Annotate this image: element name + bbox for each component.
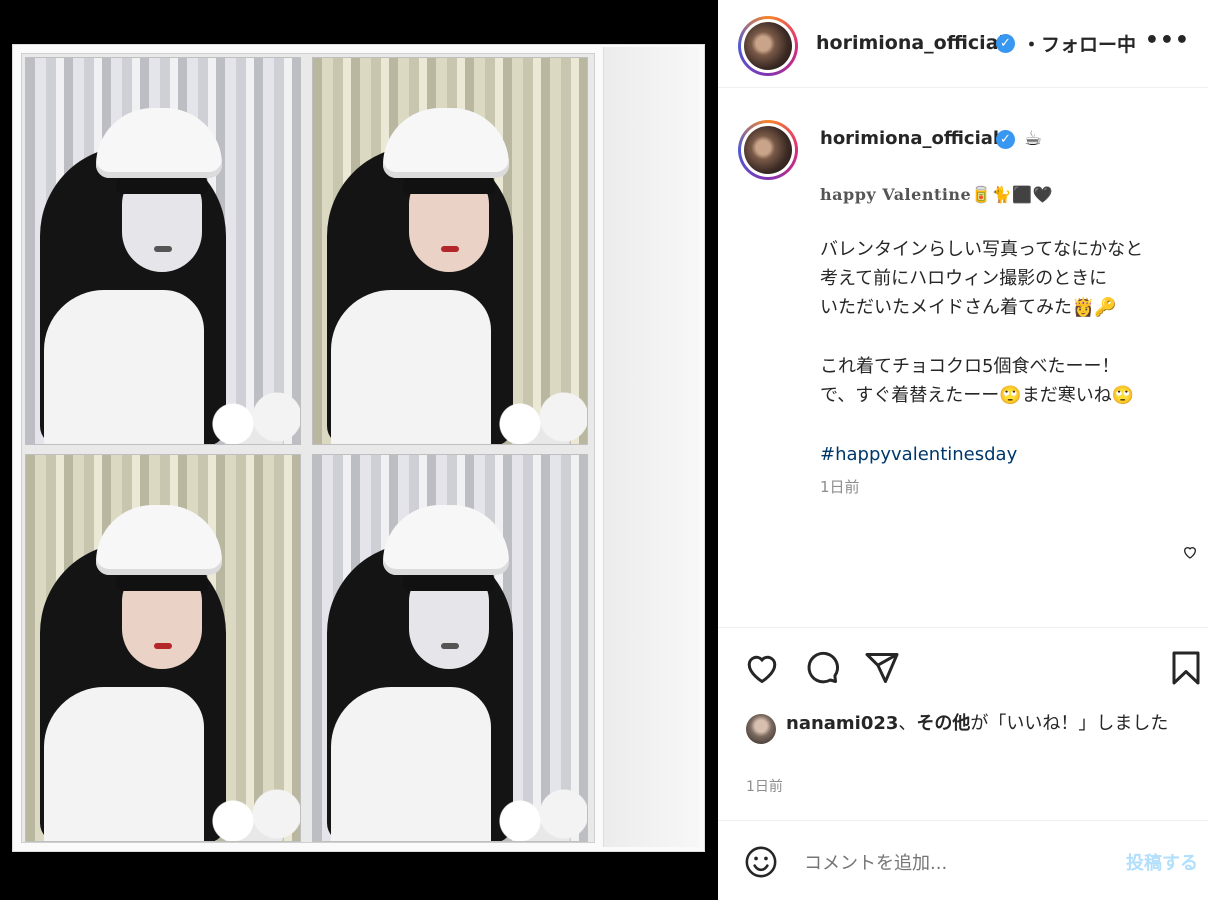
hashtag-link[interactable]: #happyvalentinesday [820, 440, 1204, 469]
bookmark-icon[interactable] [1168, 650, 1204, 686]
caption-like-icon[interactable] [1182, 544, 1198, 560]
coffee-emoji: ☕ [1024, 126, 1042, 150]
follow-status[interactable]: ・フォロー中 [1022, 30, 1136, 57]
smile-icon[interactable] [744, 845, 778, 879]
verified-icon: ✓ [996, 34, 1015, 53]
caption-avatar[interactable] [738, 120, 798, 180]
avatar[interactable] [738, 16, 798, 76]
post-comment-button[interactable]: 投稿する [1126, 849, 1198, 875]
post-media[interactable] [0, 0, 718, 900]
post-panel: horimiona_official ✓ ・フォロー中 ••• horimion… [718, 0, 1208, 900]
likes-summary: nanami023、その他が「いいね！」しました [746, 710, 1206, 766]
share-icon[interactable] [864, 650, 900, 686]
comment-icon[interactable] [804, 650, 840, 686]
header-username[interactable]: horimiona_official [816, 32, 1005, 54]
liker-username[interactable]: nanami023 [786, 713, 898, 734]
caption-paragraph-1: バレンタインらしい写真ってなにかなと 考えて前にハロウィン撮影のときに いただい… [820, 239, 1144, 318]
photo-frame-4 [312, 454, 588, 842]
photo-card [12, 44, 705, 852]
liker-avatar[interactable] [746, 714, 776, 744]
post-header: horimiona_official ✓ ・フォロー中 ••• [718, 0, 1208, 88]
caption-line1: happy Valentine🥫🐈⬛🖤 [820, 185, 1053, 204]
comment-input[interactable] [804, 849, 1104, 877]
photo-frame-3 [25, 454, 301, 842]
caption-paragraph-2: これ着てチョコクロ5個食べたーー！ で、すぐ着替えたーー🙄まだ寒いね🙄 [820, 356, 1135, 406]
likes-text: nanami023、その他が「いいね！」しました [786, 710, 1206, 737]
photo-strip [21, 53, 595, 843]
photo-frame-1 [25, 57, 301, 445]
caption-username[interactable]: horimiona_official [820, 128, 999, 149]
more-icon[interactable]: ••• [1145, 28, 1190, 53]
caption-text: happy Valentine🥫🐈⬛🖤 バレンタインらしい写真ってなにかなと 考… [820, 180, 1204, 499]
photo-edge [603, 47, 699, 847]
action-bar [718, 628, 1208, 708]
likes-suffix: が「いいね！」しました [970, 713, 1169, 734]
heart-icon[interactable] [744, 650, 780, 686]
post-time[interactable]: 1日前 [746, 776, 783, 796]
comment-bar: 投稿する [718, 820, 1208, 900]
caption-time: 1日前 [820, 478, 860, 496]
photo-frame-2 [312, 57, 588, 445]
verified-icon: ✓ [996, 130, 1015, 149]
likes-separator: 、 [898, 713, 917, 734]
likes-others-link[interactable]: その他 [916, 713, 970, 734]
caption: horimiona_official ✓ ☕ happy Valentine🥫🐈… [718, 88, 1208, 628]
